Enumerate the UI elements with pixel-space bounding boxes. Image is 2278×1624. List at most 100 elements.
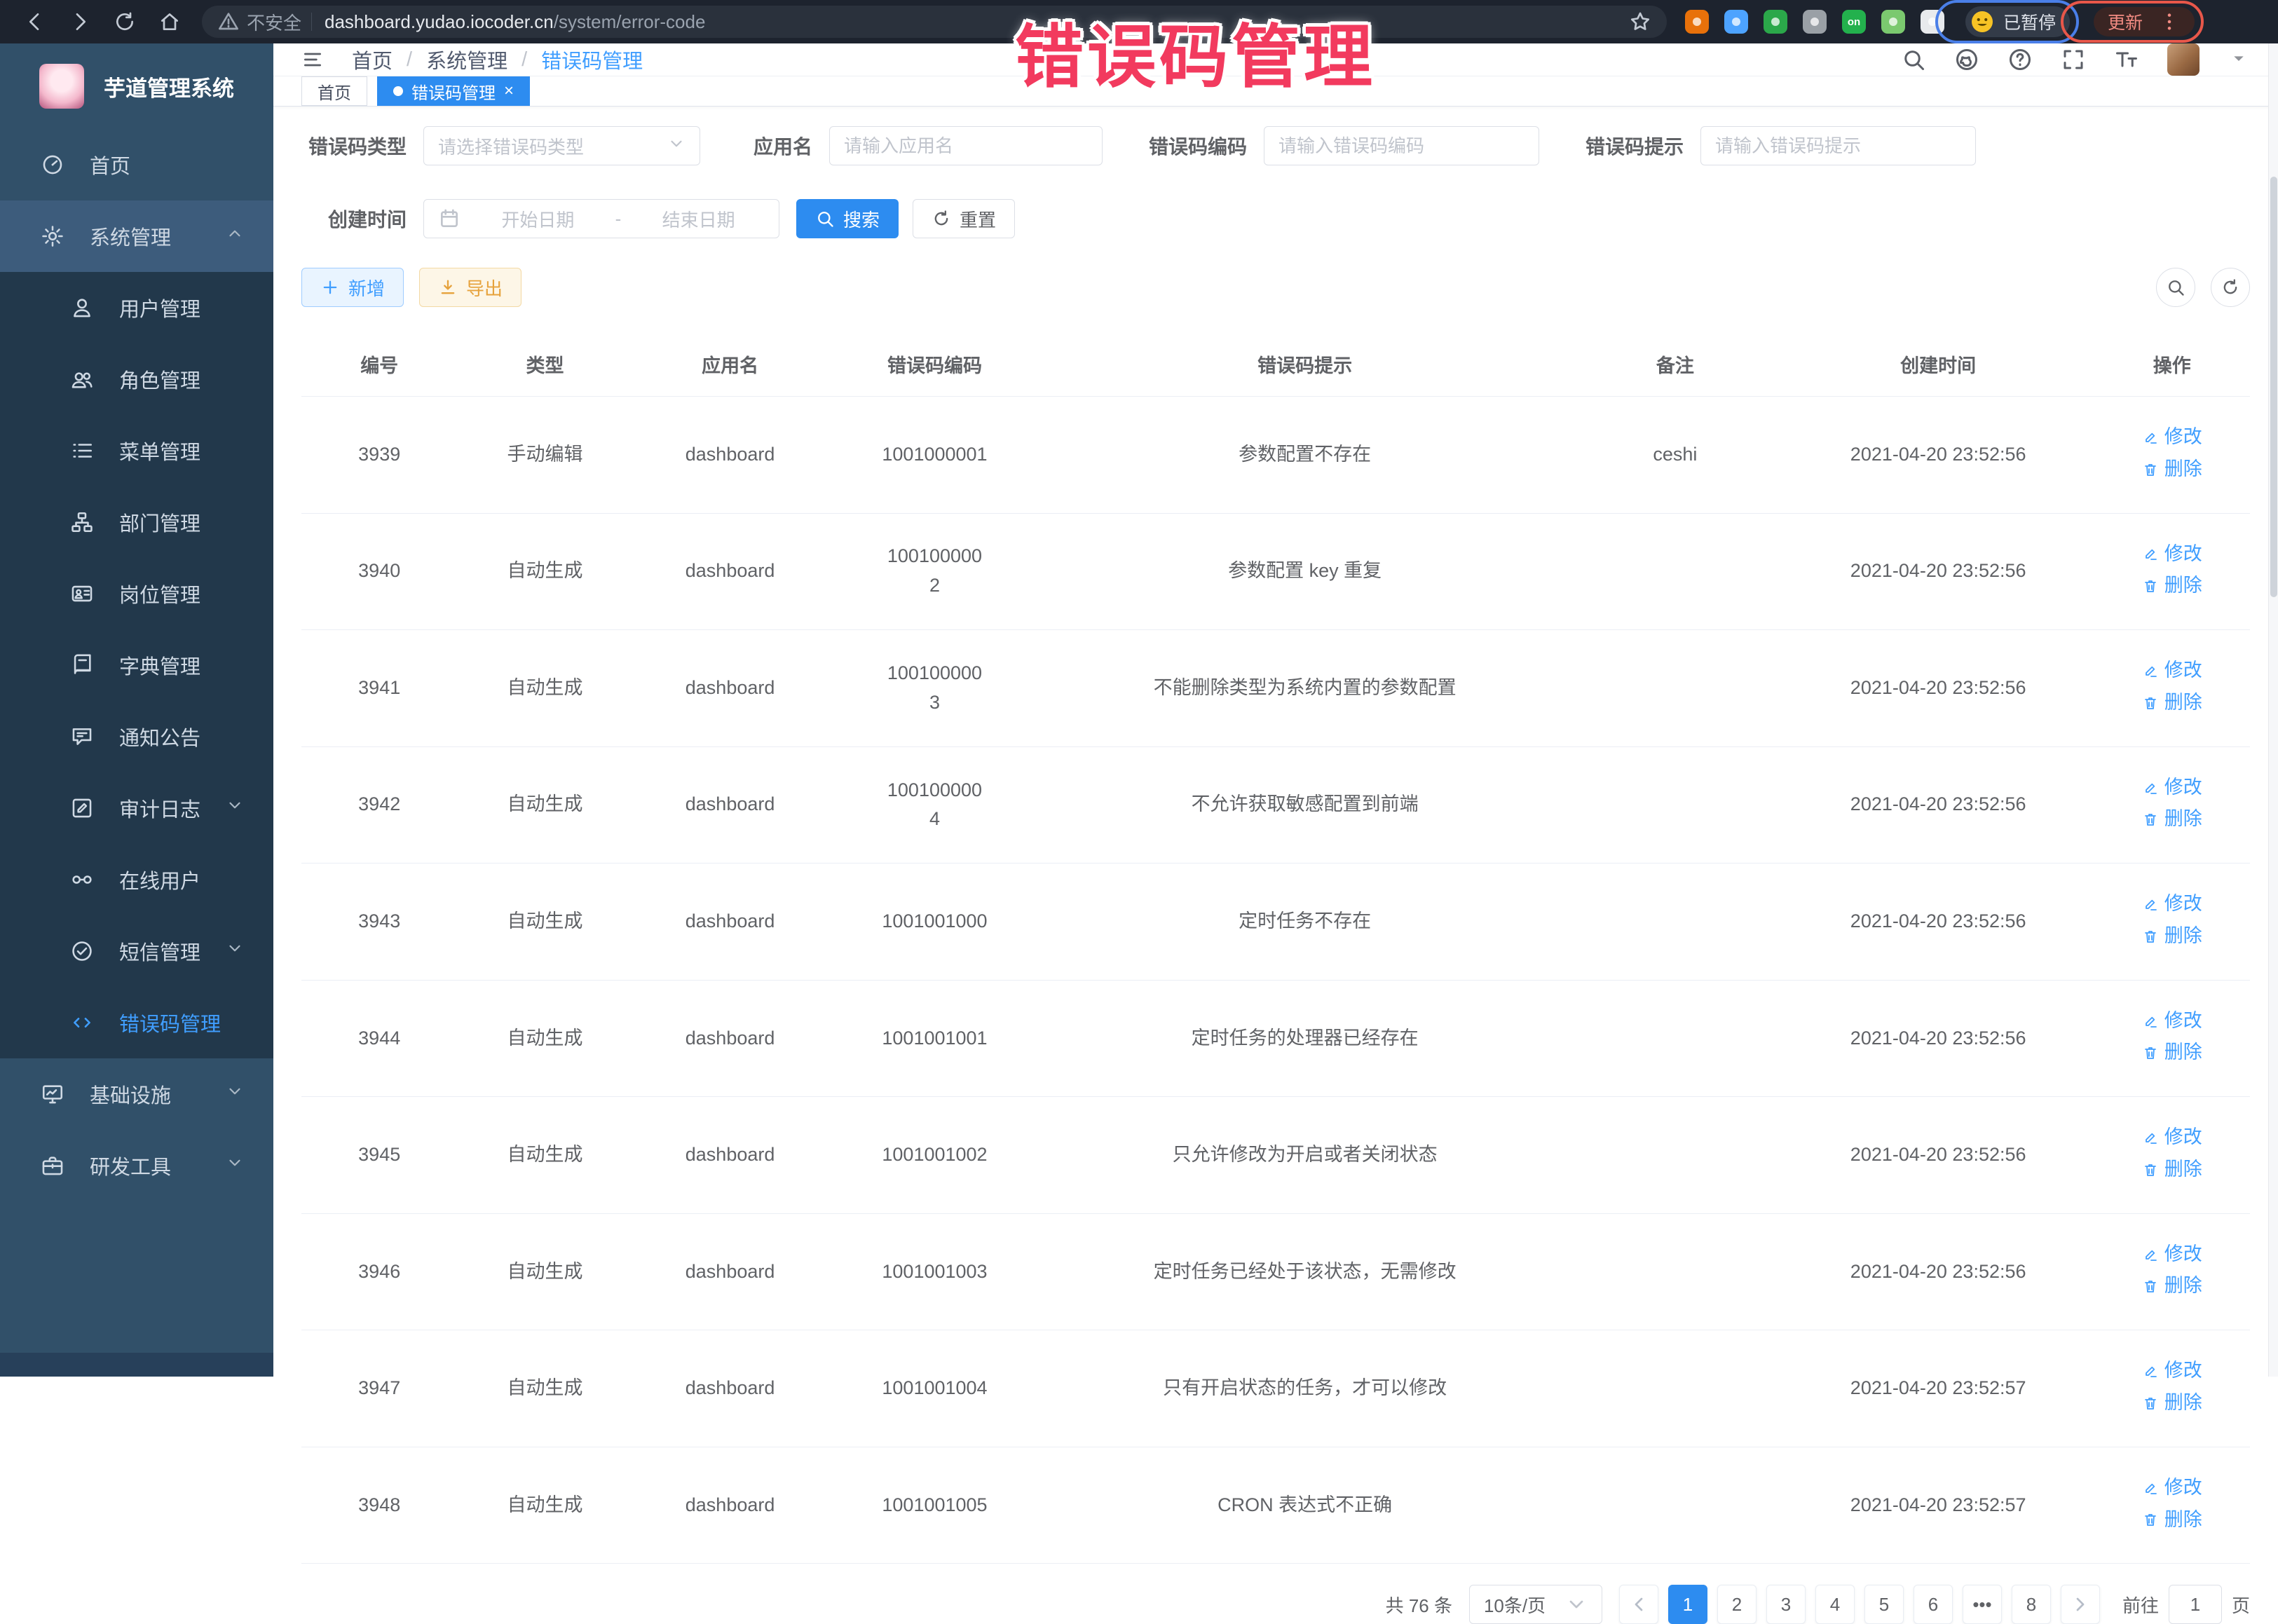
delete-link[interactable]: 删除	[2142, 1271, 2202, 1301]
tag-bar: 首页 错误码管理 ×	[273, 76, 2278, 107]
browser-menu-icon[interactable]	[2158, 11, 2181, 33]
page-scrollbar[interactable]	[2268, 43, 2278, 1377]
refresh-table-button[interactable]	[2211, 268, 2250, 307]
back-icon[interactable]	[13, 11, 57, 33]
page-ellipsis[interactable]: •••	[1963, 1585, 2002, 1624]
edit-link[interactable]: 修改	[2142, 889, 2202, 919]
delete-link[interactable]: 删除	[2142, 1038, 2202, 1067]
tab-label: 首页	[318, 79, 351, 104]
sidebar-item-14[interactable]: 研发工具	[0, 1130, 273, 1201]
delete-link[interactable]: 删除	[2142, 922, 2202, 951]
edit-link[interactable]: 修改	[2142, 423, 2202, 452]
sidebar-item-2[interactable]: 用户管理	[0, 272, 273, 343]
help-icon[interactable]	[2007, 47, 2033, 72]
tab-close-icon[interactable]: ×	[504, 83, 514, 100]
delete-link[interactable]: 删除	[2142, 1506, 2202, 1535]
sidebar-item-8[interactable]: 通知公告	[0, 701, 273, 772]
edit-link[interactable]: 修改	[2142, 1473, 2202, 1503]
hamburger-icon[interactable]	[301, 48, 324, 71]
extension-gear-icon[interactable]	[1685, 10, 1709, 34]
type-select[interactable]: 请选择错误码类型	[423, 126, 700, 165]
app-input[interactable]	[844, 135, 1088, 157]
msg-input-wrap	[1700, 126, 1976, 165]
add-button[interactable]: 新增	[301, 268, 404, 307]
edit-link[interactable]: 修改	[2142, 773, 2202, 803]
reload-icon[interactable]	[102, 11, 147, 33]
forward-icon[interactable]	[57, 11, 102, 33]
next-page-button[interactable]	[2061, 1585, 2100, 1624]
cell-app: dashboard	[633, 397, 828, 514]
date-range-picker[interactable]: 开始日期 - 结束日期	[423, 199, 779, 238]
msg-input[interactable]	[1715, 135, 1961, 157]
delete-link[interactable]: 删除	[2142, 805, 2202, 834]
cell-remark	[1568, 746, 1782, 864]
sidebar-item-13[interactable]: 基础设施	[0, 1058, 273, 1130]
edit-link[interactable]: 修改	[2142, 656, 2202, 685]
page-size-select[interactable]: 10条/页	[1469, 1585, 1602, 1624]
delete-link[interactable]: 删除	[2142, 1155, 2202, 1185]
edit-link[interactable]: 修改	[2142, 1356, 2202, 1386]
address-bar[interactable]: 不安全 dashboard.yudao.iocoder.cn /system/e…	[202, 6, 1667, 38]
goto-page-input[interactable]	[2169, 1585, 2222, 1624]
page-button-5[interactable]: 5	[1864, 1585, 1904, 1624]
page-button-3[interactable]: 3	[1766, 1585, 1806, 1624]
export-label: 导出	[466, 275, 503, 301]
search-button[interactable]: 搜索	[796, 199, 899, 238]
search-icon[interactable]	[1901, 47, 1926, 72]
page-button-1[interactable]: 1	[1668, 1585, 1707, 1624]
prev-page-button[interactable]	[1619, 1585, 1658, 1624]
delete-link[interactable]: 删除	[2142, 571, 2202, 601]
page-button-8[interactable]: 8	[2012, 1585, 2051, 1624]
user-avatar[interactable]	[2167, 43, 2199, 76]
extension-key-icon[interactable]	[1881, 10, 1905, 34]
code-input[interactable]	[1278, 135, 1525, 157]
delete-link[interactable]: 删除	[2142, 455, 2202, 484]
cell-code: 1001000001	[828, 397, 1042, 514]
page-button-4[interactable]: 4	[1815, 1585, 1855, 1624]
tab-home[interactable]: 首页	[301, 76, 367, 106]
toggle-search-button[interactable]	[2156, 268, 2195, 307]
delete-link[interactable]: 删除	[2142, 1388, 2202, 1418]
breadcrumb-home[interactable]: 首页	[352, 45, 393, 74]
tab-error-code[interactable]: 错误码管理 ×	[377, 76, 530, 106]
page-button-6[interactable]: 6	[1914, 1585, 1953, 1624]
font-size-icon[interactable]	[2114, 47, 2139, 72]
sidebar-item-3[interactable]: 角色管理	[0, 343, 273, 415]
export-button[interactable]: 导出	[419, 268, 521, 307]
sidebar-item-5[interactable]: 部门管理	[0, 486, 273, 558]
extension-check-icon[interactable]	[1764, 10, 1787, 34]
cell-type: 自动生成	[457, 1213, 632, 1330]
sidebar-item-1[interactable]: 系统管理	[0, 200, 273, 272]
home-icon[interactable]	[147, 11, 192, 33]
sidebar-item-6[interactable]: 岗位管理	[0, 558, 273, 629]
sidebar-collapse-bar[interactable]	[0, 1353, 273, 1377]
breadcrumb-system[interactable]: 系统管理	[426, 45, 507, 74]
sidebar-item-11[interactable]: 短信管理	[0, 915, 273, 987]
sidebar-item-12[interactable]: 错误码管理	[0, 987, 273, 1058]
sidebar-item-7[interactable]: 字典管理	[0, 629, 273, 701]
edit-link[interactable]: 修改	[2142, 1123, 2202, 1152]
edit-link[interactable]: 修改	[2142, 1007, 2202, 1036]
profile-paused-badge[interactable]: 已暂停	[1965, 6, 2070, 37]
extension-grid-icon[interactable]	[1803, 10, 1827, 34]
chrome-update-button[interactable]: 更新	[2094, 7, 2195, 36]
scrollbar-thumb[interactable]	[2270, 177, 2277, 597]
sidebar-item-10[interactable]: 在线用户	[0, 844, 273, 915]
extension-on-badge-icon[interactable]: on	[1842, 10, 1866, 34]
github-icon[interactable]	[1954, 47, 1979, 72]
avatar-caret-icon[interactable]	[2228, 47, 2250, 73]
page-button-2[interactable]: 2	[1717, 1585, 1757, 1624]
logo-image	[39, 64, 84, 109]
bookmark-star-icon[interactable]	[1629, 11, 1651, 33]
edit-link[interactable]: 修改	[2142, 540, 2202, 569]
extension-puzzle-icon[interactable]	[1921, 10, 1944, 34]
extension-row: on	[1685, 10, 1944, 34]
delete-link[interactable]: 删除	[2142, 688, 2202, 718]
sidebar-item-9[interactable]: 审计日志	[0, 772, 273, 844]
extension-drop-icon[interactable]	[1724, 10, 1748, 34]
sidebar-item-0[interactable]: 首页	[0, 129, 273, 200]
sidebar-item-4[interactable]: 菜单管理	[0, 415, 273, 486]
edit-link[interactable]: 修改	[2142, 1240, 2202, 1269]
fullscreen-icon[interactable]	[2061, 47, 2086, 72]
reset-button[interactable]: 重置	[913, 199, 1015, 238]
